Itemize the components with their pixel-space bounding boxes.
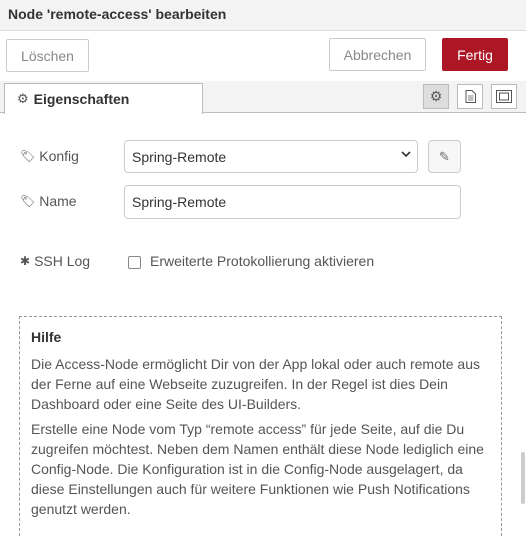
name-label-text: Name (39, 193, 77, 209)
name-label: 🏷 Name (20, 193, 77, 209)
frame-icon (496, 90, 512, 103)
help-panel: Hilfe Die Access-Node ermöglicht Dir von… (19, 316, 502, 536)
name-input-value: Spring-Remote (132, 194, 227, 210)
tab-properties[interactable]: ⚙ Eigenschaften (4, 83, 203, 114)
dialog-header: Node 'remote-access' bearbeiten (0, 0, 526, 31)
dialog-title: Node 'remote-access' bearbeiten (8, 6, 227, 22)
chevron-down-icon (401, 149, 411, 162)
tab-settings-icon-button[interactable]: ⚙ (423, 84, 449, 109)
gear-icon: ⚙ (429, 88, 443, 104)
bug-icon: ✱ (20, 254, 31, 268)
sshlog-checkbox-label[interactable]: Erweiterte Protokollierung aktivieren (150, 253, 374, 269)
dialog-toolbar: Löschen Abbrechen Fertig (0, 31, 526, 79)
sshlog-checkbox[interactable] (128, 256, 141, 269)
help-paragraph-2: Erstelle eine Node vom Typ “remote acces… (31, 421, 484, 517)
document-icon (465, 90, 476, 103)
tag-icon: 🏷 (20, 149, 36, 163)
name-input[interactable]: Spring-Remote (124, 185, 461, 219)
config-label-text: Konfig (39, 148, 79, 164)
edit-config-button[interactable]: ✎ (428, 140, 461, 173)
done-button[interactable]: Fertig (442, 38, 508, 71)
config-label: 🏷 Konfig (20, 148, 79, 164)
sshlog-label: ✱ SSH Log (20, 253, 90, 269)
config-select-value: Spring-Remote (132, 148, 227, 165)
cancel-button[interactable]: Abbrechen (329, 38, 426, 71)
delete-button[interactable]: Löschen (6, 39, 89, 72)
pencil-icon: ✎ (439, 148, 450, 164)
config-select[interactable]: Spring-Remote (124, 140, 418, 173)
tag-icon: 🏷 (20, 194, 36, 208)
scrollbar[interactable] (521, 452, 525, 504)
tab-appearance-icon-button[interactable] (491, 84, 517, 109)
tab-properties-label: Eigenschaften (33, 91, 130, 107)
gear-icon: ⚙ (17, 91, 29, 106)
help-title: Hilfe (31, 329, 62, 345)
tab-description-icon-button[interactable] (457, 84, 483, 109)
sshlog-label-text: SSH Log (34, 253, 91, 269)
help-paragraph-1: Die Access-Node ermöglicht Dir von der A… (31, 356, 480, 412)
tab-bar: ⚙ Eigenschaften ⚙ (0, 81, 526, 114)
